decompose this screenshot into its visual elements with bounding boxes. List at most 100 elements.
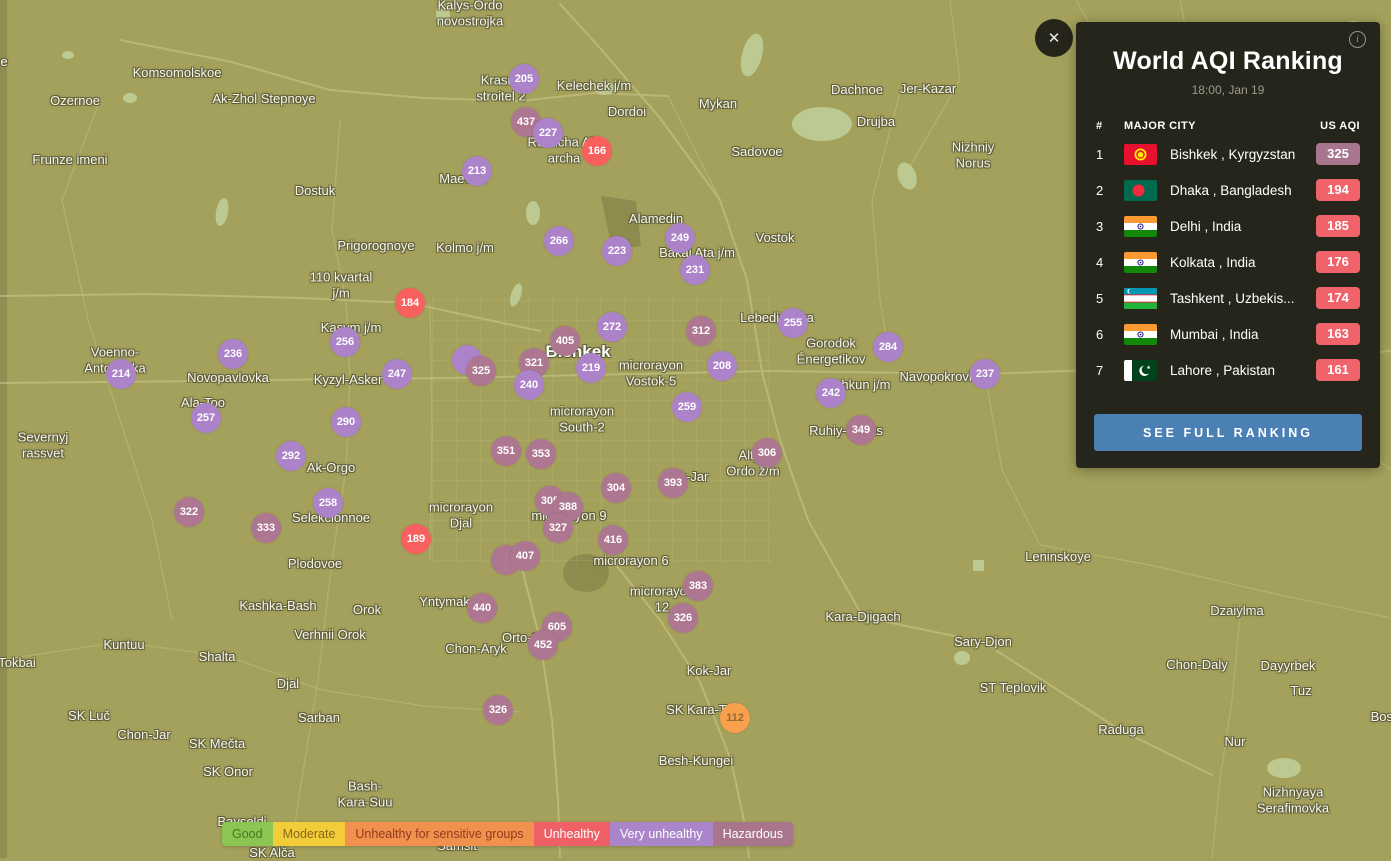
- aqi-marker[interactable]: 304: [601, 473, 631, 503]
- legend-item: Hazardous: [713, 822, 793, 846]
- ranking-row[interactable]: 1 Bishkek , Kyrgyzstan325: [1076, 136, 1380, 172]
- aqi-badge: 185: [1316, 215, 1360, 237]
- aqi-marker[interactable]: 184: [395, 288, 425, 318]
- aqi-marker[interactable]: 231: [680, 255, 710, 285]
- ranking-rows: 1 Bishkek , Kyrgyzstan325 2 Dhaka , Banglad…: [1076, 136, 1380, 388]
- rank-number: 5: [1096, 291, 1124, 306]
- ranking-row[interactable]: 7Lahore , Pakistan161: [1076, 352, 1380, 388]
- aqi-marker[interactable]: 407: [510, 541, 540, 571]
- info-icon[interactable]: i: [1349, 31, 1366, 48]
- aqi-marker[interactable]: 255: [778, 308, 808, 338]
- ranking-row[interactable]: 5 Tashkent , Uzbekis...174: [1076, 280, 1380, 316]
- close-icon: ✕: [1048, 29, 1061, 47]
- city-name: Bishkek , Kyrgyzstan: [1170, 147, 1316, 162]
- aqi-marker[interactable]: 266: [544, 226, 574, 256]
- aqi-marker[interactable]: 292: [276, 441, 306, 471]
- flag-in-icon: [1124, 252, 1157, 273]
- aqi-marker[interactable]: 306: [752, 438, 782, 468]
- aqi-badge: 194: [1316, 179, 1360, 201]
- ranking-row[interactable]: 6 Mumbai , India163: [1076, 316, 1380, 352]
- aqi-marker[interactable]: 189: [401, 524, 431, 554]
- aqi-marker[interactable]: 236: [218, 339, 248, 369]
- aqi-marker[interactable]: 208: [707, 351, 737, 381]
- rank-number: 6: [1096, 327, 1124, 342]
- aqi-marker[interactable]: 290: [331, 407, 361, 437]
- ranking-row[interactable]: 2 Dhaka , Bangladesh194: [1076, 172, 1380, 208]
- flag-bd-icon: [1124, 180, 1157, 201]
- rank-number: 7: [1096, 363, 1124, 378]
- panel-title: World AQI Ranking: [1076, 46, 1380, 76]
- aqi-marker[interactable]: 237: [970, 359, 1000, 389]
- aqi-marker[interactable]: 326: [483, 695, 513, 725]
- city-name: Dhaka , Bangladesh: [1170, 183, 1316, 198]
- flag-in-icon: [1124, 324, 1157, 345]
- aqi-legend: GoodModerateUnhealthy for sensitive grou…: [222, 822, 793, 846]
- aqi-marker[interactable]: 405: [550, 326, 580, 356]
- panel-timestamp: 18:00, Jan 19: [1076, 83, 1380, 97]
- aqi-marker[interactable]: 383: [683, 571, 713, 601]
- aqi-marker[interactable]: 240: [514, 370, 544, 400]
- city-column-header: MAJOR CITY: [1124, 120, 1320, 132]
- ranking-row[interactable]: 3 Delhi , India185: [1076, 208, 1380, 244]
- aqi-marker[interactable]: 213: [462, 156, 492, 186]
- aqi-marker[interactable]: 284: [873, 332, 903, 362]
- rank-number: 2: [1096, 183, 1124, 198]
- legend-item: Moderate: [273, 822, 346, 846]
- close-panel-button[interactable]: ✕: [1035, 19, 1073, 57]
- aqi-marker[interactable]: 247: [382, 359, 412, 389]
- see-full-ranking-button[interactable]: SEE FULL RANKING: [1094, 414, 1362, 451]
- aqi-marker[interactable]: 223: [602, 236, 632, 266]
- aqi-marker[interactable]: 452: [528, 630, 558, 660]
- aqi-marker[interactable]: 416: [598, 525, 628, 555]
- flag-in-icon: [1124, 216, 1157, 237]
- legend-item: Very unhealthy: [610, 822, 713, 846]
- aqi-badge: 161: [1316, 359, 1360, 381]
- rank-number: 4: [1096, 255, 1124, 270]
- aqi-marker[interactable]: 327: [543, 513, 573, 543]
- ranking-row[interactable]: 4 Kolkata , India176: [1076, 244, 1380, 280]
- legend-item: Unhealthy for sensitive groups: [345, 822, 533, 846]
- aqi-marker[interactable]: 322: [174, 497, 204, 527]
- aqi-marker[interactable]: 393: [658, 468, 688, 498]
- aqi-marker[interactable]: 257: [191, 403, 221, 433]
- aqi-marker[interactable]: 440: [467, 593, 497, 623]
- rank-number: 3: [1096, 219, 1124, 234]
- aqi-badge: 176: [1316, 251, 1360, 273]
- aqi-marker[interactable]: 249: [665, 223, 695, 253]
- aqi-badge: 174: [1316, 287, 1360, 309]
- aqi-badge: 325: [1316, 143, 1360, 165]
- aqi-marker[interactable]: 333: [251, 513, 281, 543]
- aqi-marker[interactable]: 258: [313, 488, 343, 518]
- city-name: Delhi , India: [1170, 219, 1316, 234]
- rank-column-header: #: [1096, 120, 1124, 132]
- aqi-marker[interactable]: 242: [816, 378, 846, 408]
- aqi-marker[interactable]: 351: [491, 436, 521, 466]
- city-name: Mumbai , India: [1170, 327, 1316, 342]
- ranking-header: # MAJOR CITY US AQI: [1096, 118, 1360, 134]
- flag-uz-icon: [1124, 288, 1157, 309]
- aqi-marker[interactable]: 112: [720, 703, 750, 733]
- aqi-marker[interactable]: 214: [106, 359, 136, 389]
- aqi-column-header: US AQI: [1320, 120, 1360, 132]
- city-name: Tashkent , Uzbekis...: [1170, 291, 1316, 306]
- aqi-marker[interactable]: 259: [672, 392, 702, 422]
- aqi-marker[interactable]: 166: [582, 136, 612, 166]
- aqi-marker[interactable]: 312: [686, 316, 716, 346]
- aqi-marker[interactable]: 349: [846, 415, 876, 445]
- aqi-marker[interactable]: 256: [330, 327, 360, 357]
- aqi-marker[interactable]: 205: [509, 64, 539, 94]
- aqi-marker[interactable]: 227: [533, 118, 563, 148]
- flag-kg-icon: [1124, 144, 1157, 165]
- aqi-marker[interactable]: 325: [466, 356, 496, 386]
- aqi-marker[interactable]: 272: [597, 312, 627, 342]
- aqi-badge: 163: [1316, 323, 1360, 345]
- rank-number: 1: [1096, 147, 1124, 162]
- flag-pk-icon: [1124, 360, 1157, 381]
- city-name: Kolkata , India: [1170, 255, 1316, 270]
- aqi-marker[interactable]: 326: [668, 603, 698, 633]
- aqi-marker[interactable]: 219: [576, 353, 606, 383]
- legend-item: Good: [222, 822, 273, 846]
- world-aqi-ranking-panel: i World AQI Ranking 18:00, Jan 19 # MAJO…: [1076, 22, 1380, 468]
- legend-item: Unhealthy: [534, 822, 610, 846]
- aqi-marker[interactable]: 353: [526, 439, 556, 469]
